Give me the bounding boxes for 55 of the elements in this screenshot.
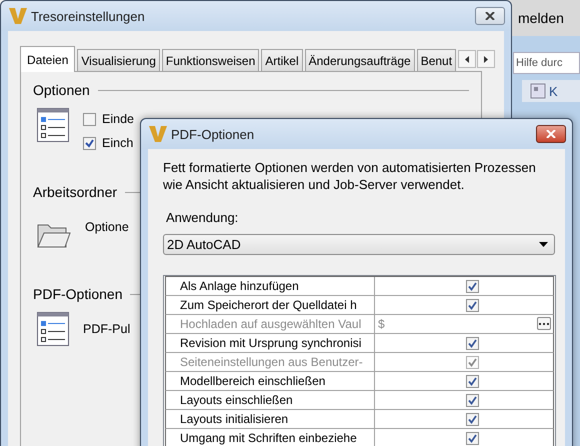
close-icon xyxy=(485,12,495,20)
checkbox-label: Einch xyxy=(102,136,134,150)
close-button[interactable] xyxy=(475,7,505,25)
right-arrow-icon xyxy=(484,56,488,62)
checkbox[interactable] xyxy=(466,432,479,444)
toolbar-icon[interactable] xyxy=(530,83,546,99)
section-heading: Optionen xyxy=(33,82,90,98)
left-arrow-icon xyxy=(465,56,470,62)
option-label: Revision mit Ursprung synchronisi xyxy=(166,334,375,352)
option-label: Hochladen auf ausgewählten Vaul xyxy=(166,315,375,333)
list-icon xyxy=(37,312,69,346)
close-button[interactable] xyxy=(536,125,566,143)
description-text: Fett formatierte Optionen werden von automatisierten Prozessen wie Ansicht aktualisieren und Job-Server verwendet. xyxy=(163,159,537,193)
checkbox[interactable] xyxy=(466,394,479,406)
checkbox[interactable] xyxy=(466,280,479,292)
tab[interactable]: Änderungsaufträge xyxy=(304,49,415,71)
tab[interactable]: Dateien xyxy=(20,46,76,72)
checkbox[interactable] xyxy=(83,136,96,150)
dropdown-arrow-icon xyxy=(539,242,548,247)
scroll-left-button[interactable] xyxy=(458,50,476,68)
option-text: Optione xyxy=(85,219,129,234)
checkbox[interactable] xyxy=(466,298,479,312)
option-label: Layouts initialisieren xyxy=(166,410,375,428)
checkbox[interactable] xyxy=(466,374,479,388)
scroll-right-button[interactable] xyxy=(477,50,496,68)
option-label: Seiteneinstellungen aus Benutzer- xyxy=(166,353,375,371)
option-label: Layouts einschließen xyxy=(166,391,375,409)
browse-button[interactable] xyxy=(537,317,551,330)
application-dropdown[interactable]: 2D AutoCAD xyxy=(163,234,555,255)
search-field[interactable]: Hilfe durc xyxy=(513,52,580,74)
option-label: Umgang mit Schriften einbeziehe xyxy=(166,429,375,446)
list-icon xyxy=(37,108,69,142)
checkbox[interactable] xyxy=(466,412,479,426)
tab[interactable]: Artikel xyxy=(261,49,303,71)
window-title: Tresoreinstellungen xyxy=(31,8,146,24)
app-logo-icon xyxy=(149,125,167,143)
option-label: Zum Speicherort der Quelldatei h xyxy=(166,296,375,314)
path-value: $ xyxy=(377,317,385,331)
option-label: Modellbereich einschließen xyxy=(166,372,375,390)
dialog-title: PDF-Optionen xyxy=(171,126,256,142)
folder-icon xyxy=(37,222,71,248)
app-logo-icon xyxy=(9,7,27,25)
tab[interactable]: Visualisierung xyxy=(77,49,160,71)
option-text: PDF-Pul xyxy=(83,321,130,336)
tab[interactable]: Funktionsweisen xyxy=(162,49,260,71)
section-heading: Arbeitsordner xyxy=(33,184,118,200)
close-icon xyxy=(546,130,556,138)
option-label: Als Anlage hinzufügen xyxy=(166,277,375,295)
section-heading: PDF-Optionen xyxy=(33,286,122,302)
field-label: Anwendung: xyxy=(166,210,240,225)
checkbox[interactable] xyxy=(466,336,479,350)
toolbar-label[interactable]: K xyxy=(549,84,558,98)
tab[interactable]: Benut xyxy=(416,49,456,71)
checkbox-label: Einde xyxy=(102,112,134,126)
checkbox[interactable] xyxy=(83,112,96,126)
